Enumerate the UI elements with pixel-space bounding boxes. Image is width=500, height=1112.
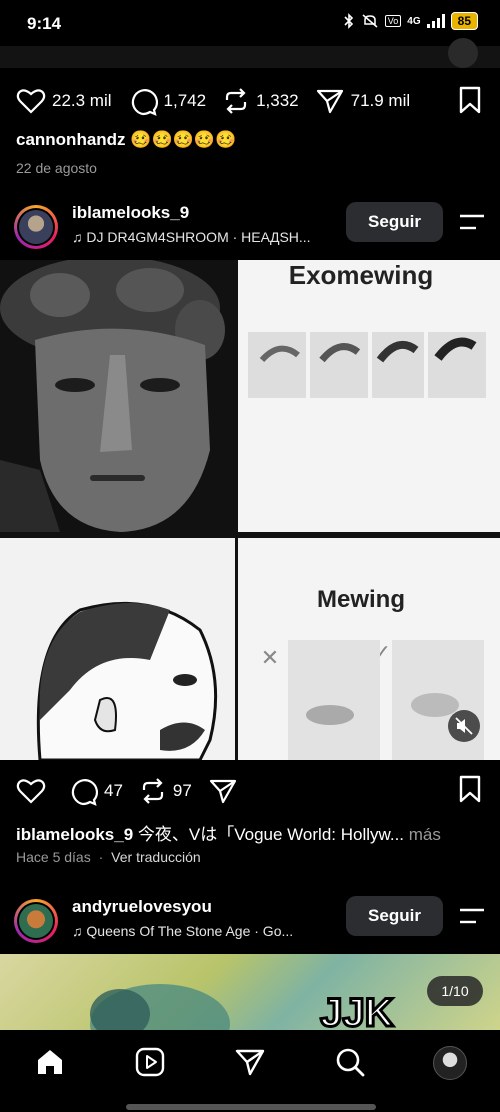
post2-media[interactable]: Exomewing Mewing ✕ ✓ [0,260,500,760]
post2-comment-count: 47 [104,781,123,800]
post3-avatar[interactable] [14,899,58,943]
caption-more-link[interactable]: más [409,825,441,844]
heart-icon [16,89,46,114]
bluetooth-icon [344,13,353,29]
bottom-nav [0,1030,500,1112]
post2-avatar[interactable] [14,205,58,249]
repost-count: 1,332 [256,91,299,110]
comment-count: 1,742 [163,91,207,110]
bookmark-icon [459,775,481,803]
repost-button[interactable]: 1,332 [222,87,299,115]
network-label: 4G [407,15,421,27]
post2-repost-count: 97 [172,781,192,800]
post2-share-button[interactable] [208,777,244,805]
post2-bookmark-button[interactable] [458,775,482,808]
svg-text:✕: ✕ [261,646,279,671]
post2-time-ago: Hace 5 días [16,849,91,865]
post2-caption: iblamelooks_9 今夜、Vは「Vogue World: Hollyw.… [16,820,486,845]
reels-icon[interactable] [134,1046,166,1078]
post2-caption-text: 今夜、Vは「Vogue World: Hollyw... [137,825,405,844]
gesture-bar [126,1104,376,1110]
status-bar: 9:14 Vo 4G 85 [0,0,500,46]
carousel-image: JJK [90,984,395,1030]
share-button[interactable]: 71.9 mil [315,87,411,115]
profile-avatar[interactable] [433,1046,467,1080]
post1-date: 22 de agosto [16,160,97,176]
post2-header: iblamelooks_9 ♫ DJ DR4GM4SHROOM · HEAДSH… [0,200,500,258]
post3-header: andyruelovesyou ♫ Queens Of The Stone Ag… [0,894,500,952]
post2-music[interactable]: ♫ DJ DR4GM4SHROOM · HEAДSH... [72,229,311,245]
caption-text: 🥴🥴🥴🥴🥴 [130,130,237,149]
post2-follow-button[interactable]: Seguir [346,202,443,242]
caption-username[interactable]: cannonhandz [16,130,126,149]
signal-icon [426,14,445,28]
send-icon[interactable] [234,1046,266,1078]
bookmark-icon [459,86,481,114]
bookmark-button[interactable] [458,86,482,119]
exomewing-title: Exomewing [289,260,433,290]
mute-button[interactable] [448,710,480,742]
search-icon[interactable] [334,1046,366,1078]
post3-media[interactable]: JJK 1/10 [0,954,500,1030]
jjk-text: JJK [320,991,393,1030]
post3-follow-button[interactable]: Seguir [346,896,443,936]
mewing-title: Mewing [317,586,405,613]
post2-meta: Hace 5 días · Ver traducción [16,849,201,865]
post2-comment-button[interactable]: 47 [68,776,123,806]
post2-music-label: DJ DR4GM4SHROOM · HEAДSH... [86,229,311,245]
battery-indicator: 85 [450,12,478,30]
music-note-icon: ♫ [72,229,83,245]
post1-caption: cannonhandz 🥴🥴🥴🥴🥴 [16,130,236,150]
home-icon[interactable] [34,1046,66,1078]
post3-username[interactable]: andyruelovesyou [72,897,212,917]
status-icons: Vo 4G 85 [343,12,478,30]
music-note-icon: ♫ [72,923,83,939]
translate-link[interactable]: Ver traducción [111,849,201,865]
post2-caption-username[interactable]: iblamelooks_9 [16,825,133,844]
status-time: 9:14 [27,14,62,33]
comment-icon [71,779,98,806]
repost-icon [225,88,247,114]
post2-username[interactable]: iblamelooks_9 [72,203,189,223]
post1-actions: 22.3 mil 1,742 1,332 71.9 mil [16,86,426,116]
more-options-icon[interactable] [458,212,486,232]
like-count: 22.3 mil [52,91,112,110]
send-icon [316,89,343,114]
carousel-counter: 1/10 [427,976,483,1006]
meme-image: Exomewing Mewing ✕ ✓ [0,260,500,760]
share-count: 71.9 mil [350,91,411,110]
previous-post-bottom [0,38,500,68]
like-button[interactable]: 22.3 mil [16,87,112,115]
repost-icon [142,778,164,804]
post2-actions: 47 97 [16,776,260,806]
mute-icon [362,14,378,28]
heart-icon [16,779,46,804]
post3-music[interactable]: ♫ Queens Of The Stone Age · Go... [72,923,293,939]
send-icon [209,779,236,804]
post2-repost-button[interactable]: 97 [139,777,192,805]
post3-music-label: Queens Of The Stone Age · Go... [86,923,294,939]
comment-button[interactable]: 1,742 [128,86,207,116]
volte-icon: Vo [384,15,402,27]
speaker-muted-icon [455,717,473,735]
comment-icon [131,89,158,116]
more-options-icon[interactable] [458,906,486,926]
post2-like-button[interactable] [16,777,52,805]
